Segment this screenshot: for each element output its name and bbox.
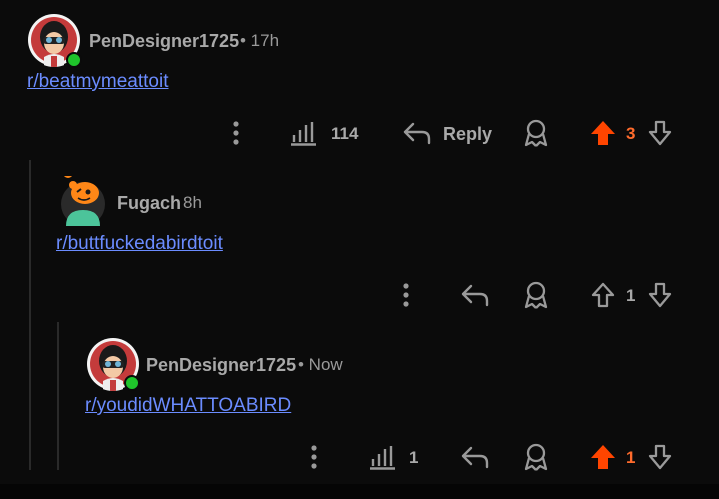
- timestamp: • 17h: [240, 31, 280, 50]
- view-count: 1: [409, 448, 419, 467]
- award-icon[interactable]: [520, 441, 552, 473]
- bottom-bar: [0, 484, 719, 499]
- downvote-icon[interactable]: [644, 117, 676, 149]
- thread-line[interactable]: [57, 322, 59, 470]
- views-chart-icon[interactable]: [368, 443, 398, 471]
- subreddit-link[interactable]: r/youdidWHATTOABIRD: [85, 395, 291, 417]
- views-chart-icon[interactable]: [289, 119, 319, 147]
- username[interactable]: PenDesigner1725: [146, 355, 296, 376]
- upvote-icon[interactable]: [587, 441, 619, 473]
- online-status-icon: [124, 375, 140, 391]
- upvote-icon[interactable]: [587, 279, 619, 311]
- reply-arrow-icon[interactable]: [459, 281, 491, 309]
- view-count: 114: [331, 124, 359, 143]
- more-icon[interactable]: [300, 442, 328, 472]
- timestamp: • Now: [298, 355, 343, 374]
- more-icon[interactable]: [222, 118, 250, 148]
- subreddit-link[interactable]: r/beatmymeattoit: [27, 71, 169, 93]
- award-icon[interactable]: [520, 117, 552, 149]
- subreddit-link[interactable]: r/buttfuckedabirdtoit: [56, 233, 223, 255]
- vote-count: 3: [626, 124, 636, 143]
- username[interactable]: PenDesigner1725: [89, 31, 239, 52]
- award-icon[interactable]: [520, 279, 552, 311]
- more-icon[interactable]: [392, 280, 420, 310]
- thread-line[interactable]: [29, 160, 31, 470]
- avatar[interactable]: [60, 168, 106, 226]
- vote-count: 1: [626, 286, 636, 305]
- reply-arrow-icon[interactable]: [459, 443, 491, 471]
- username[interactable]: Fugach: [117, 193, 181, 214]
- reply-button[interactable]: Reply: [443, 124, 492, 145]
- reply-arrow-icon[interactable]: [401, 119, 433, 147]
- online-status-icon: [66, 52, 82, 68]
- vote-count: 1: [626, 448, 636, 467]
- downvote-icon[interactable]: [644, 279, 676, 311]
- downvote-icon[interactable]: [644, 441, 676, 473]
- timestamp: 8h: [183, 193, 202, 212]
- upvote-icon[interactable]: [587, 117, 619, 149]
